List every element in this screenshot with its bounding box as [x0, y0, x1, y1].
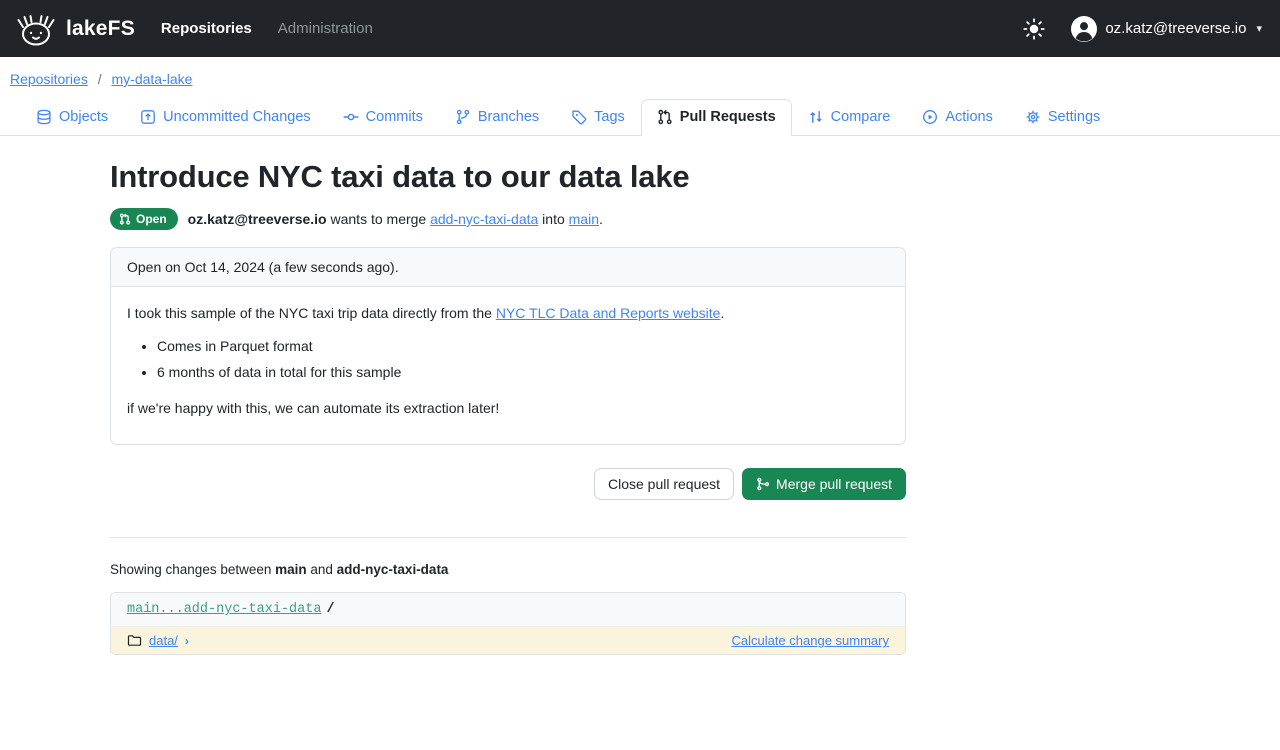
- tab-label: Branches: [478, 109, 539, 125]
- target-branch-link[interactable]: main: [569, 211, 599, 227]
- breadcrumb: Repositories / my-data-lake: [0, 57, 1280, 93]
- user-menu[interactable]: oz.katz@treeverse.io ▾: [1071, 16, 1262, 42]
- breadcrumb-separator: /: [98, 71, 102, 87]
- gear-icon: [1025, 109, 1041, 125]
- database-icon: [36, 109, 52, 125]
- user-email: oz.katz@treeverse.io: [1105, 20, 1246, 37]
- changes-table-header: main...add-nyc-taxi-data /: [111, 593, 905, 627]
- brand-name: lakeFS: [66, 17, 135, 41]
- bullet-item: 6 months of data in total for this sampl…: [157, 362, 889, 382]
- sun-icon[interactable]: [1023, 18, 1045, 40]
- top-navbar: lakeFS Repositories Administration: [0, 0, 1280, 57]
- tab-label: Objects: [59, 109, 108, 125]
- pr-card-body: I took this sample of the NYC taxi trip …: [111, 287, 905, 444]
- avatar-icon: [1071, 16, 1097, 42]
- pull-request-page: Introduce NYC taxi data to our data lake…: [110, 159, 906, 655]
- merge-button-label: Merge pull request: [776, 475, 892, 493]
- tab-label: Settings: [1048, 109, 1100, 125]
- change-entry: data/ ›: [127, 633, 189, 648]
- merge-pull-request-button[interactable]: Merge pull request: [742, 468, 906, 500]
- pr-card-header: Open on Oct 14, 2024 (a few seconds ago)…: [111, 248, 905, 287]
- tab-branches[interactable]: Branches: [439, 99, 555, 136]
- pr-description-outro: if we're happy with this, we can automat…: [127, 398, 889, 418]
- compare-branch-name: add-nyc-taxi-data: [337, 562, 449, 577]
- navbar-item-administration[interactable]: Administration: [278, 20, 373, 37]
- tab-label: Commits: [366, 109, 423, 125]
- brand[interactable]: lakeFS: [14, 11, 135, 47]
- breadcrumb-repositories[interactable]: Repositories: [10, 71, 88, 87]
- pr-author: oz.katz@treeverse.io: [188, 211, 327, 227]
- tab-tags[interactable]: Tags: [555, 99, 641, 136]
- bullet-item: Comes in Parquet format: [157, 336, 889, 356]
- git-merge-icon: [756, 477, 770, 491]
- repository-tabs: Objects Uncommitted Changes Commits Bran…: [0, 93, 1280, 136]
- navbar-item-repositories[interactable]: Repositories: [161, 20, 252, 37]
- folder-icon: [127, 633, 142, 648]
- changes-summary: Showing changes between main and add-nyc…: [110, 562, 906, 577]
- base-branch-name: main: [275, 562, 307, 577]
- calculate-change-summary-link[interactable]: Calculate change summary: [731, 633, 889, 648]
- page-title: Introduce NYC taxi data to our data lake: [110, 159, 906, 195]
- tag-icon: [571, 109, 587, 125]
- pr-action-buttons: Close pull request Merge pull request: [110, 468, 906, 500]
- changes-table: main...add-nyc-taxi-data / data/ › Calcul…: [110, 592, 906, 655]
- branch-icon: [455, 109, 471, 125]
- pr-description-intro: I took this sample of the NYC taxi trip …: [127, 303, 889, 323]
- pr-description-card: Open on Oct 14, 2024 (a few seconds ago)…: [110, 247, 906, 445]
- nyc-tlc-link[interactable]: NYC TLC Data and Reports website: [496, 305, 721, 321]
- commit-icon: [343, 109, 359, 125]
- tab-objects[interactable]: Objects: [20, 99, 124, 136]
- navbar-links: Repositories Administration: [161, 20, 373, 37]
- tab-commits[interactable]: Commits: [327, 99, 439, 136]
- tab-label: Tags: [594, 109, 625, 125]
- pull-request-icon: [657, 109, 673, 125]
- pr-meta-row: Open oz.katz@treeverse.io wants to merge…: [110, 208, 906, 230]
- tab-compare[interactable]: Compare: [792, 99, 907, 136]
- status-badge: Open: [110, 208, 178, 230]
- tab-label: Actions: [945, 109, 993, 125]
- tab-settings[interactable]: Settings: [1009, 99, 1116, 136]
- pr-description-bullets: Comes in Parquet format 6 months of data…: [157, 336, 889, 382]
- tab-uncommitted-changes[interactable]: Uncommitted Changes: [124, 99, 327, 136]
- pr-merge-summary: oz.katz@treeverse.io wants to merge add-…: [188, 211, 603, 227]
- tab-label: Uncommitted Changes: [163, 109, 311, 125]
- play-circle-icon: [922, 109, 938, 125]
- chevron-right-icon[interactable]: ›: [185, 634, 189, 648]
- folder-link[interactable]: data/: [149, 633, 178, 648]
- status-badge-label: Open: [136, 212, 167, 226]
- tab-pull-requests[interactable]: Pull Requests: [641, 99, 792, 136]
- close-pull-request-button[interactable]: Close pull request: [594, 468, 734, 500]
- axolotl-logo-icon: [14, 11, 58, 47]
- table-row: data/ › Calculate change summary: [111, 627, 905, 654]
- compare-icon: [808, 109, 824, 125]
- tab-label: Pull Requests: [680, 109, 776, 125]
- caret-down-icon: ▾: [1256, 22, 1262, 35]
- section-divider: [110, 537, 906, 538]
- path-separator: /: [326, 602, 334, 617]
- source-branch-link[interactable]: add-nyc-taxi-data: [430, 211, 538, 227]
- tab-actions[interactable]: Actions: [906, 99, 1009, 136]
- pull-request-icon: [119, 213, 131, 225]
- ref-comparison-link[interactable]: main...add-nyc-taxi-data: [127, 602, 321, 617]
- upload-icon: [140, 109, 156, 125]
- navbar-right: oz.katz@treeverse.io ▾: [1023, 16, 1262, 42]
- tab-label: Compare: [831, 109, 891, 125]
- breadcrumb-repository[interactable]: my-data-lake: [112, 71, 193, 87]
